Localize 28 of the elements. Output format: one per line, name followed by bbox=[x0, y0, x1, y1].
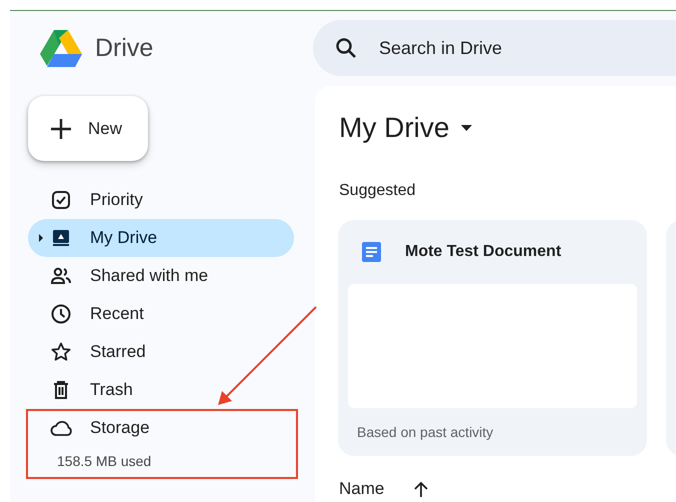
search-field[interactable]: Search in Drive bbox=[313, 20, 676, 76]
caret-down-icon bbox=[461, 125, 472, 131]
nav-item[interactable]: Priority bbox=[28, 181, 294, 219]
column-header[interactable]: Name bbox=[339, 479, 384, 499]
nav-item[interactable]: Trash bbox=[28, 371, 294, 409]
clock-icon bbox=[50, 303, 72, 325]
nav-item[interactable]: My Drive bbox=[28, 219, 294, 257]
caret-icon[interactable] bbox=[38, 234, 44, 242]
section-heading: Suggested bbox=[339, 182, 417, 200]
drive-logo-icon bbox=[40, 30, 82, 68]
page-title[interactable]: My Drive bbox=[339, 112, 472, 144]
new-button[interactable]: New bbox=[28, 96, 148, 161]
people-icon bbox=[50, 265, 72, 287]
nav-item[interactable]: Shared with me bbox=[28, 257, 294, 295]
plus-icon bbox=[50, 118, 72, 140]
arrow-up-icon[interactable] bbox=[414, 481, 428, 497]
document-icon bbox=[362, 242, 381, 262]
search-icon bbox=[335, 37, 357, 59]
app-name: Drive bbox=[95, 34, 154, 63]
nav-item[interactable]: Starred bbox=[28, 333, 294, 371]
file-card[interactable]: Mote Test Document Based on past activity bbox=[338, 220, 647, 456]
storage-item[interactable]: Storage bbox=[28, 409, 294, 447]
cloud-icon bbox=[50, 419, 74, 437]
drive-icon bbox=[50, 227, 72, 249]
nav-item[interactable]: Recent bbox=[28, 295, 294, 333]
checkbox-icon bbox=[50, 189, 72, 211]
storage-usage: 158.5 MB used bbox=[57, 453, 152, 469]
star-icon bbox=[50, 341, 72, 363]
